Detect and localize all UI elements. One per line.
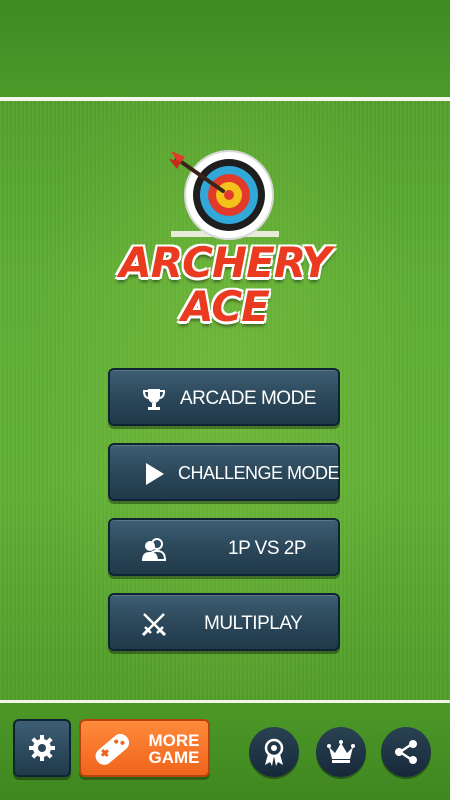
versus-label: 1P VS 2P — [228, 538, 307, 559]
leaderboard-button[interactable] — [316, 727, 366, 777]
more-games-label: MORE GAME — [141, 732, 207, 766]
settings-button[interactable] — [13, 719, 71, 777]
game-title-line2: ACE — [181, 282, 270, 331]
archery-target-icon — [169, 150, 279, 240]
trophy-icon — [142, 389, 166, 410]
multiplay-button[interactable]: MULTIPLAY — [108, 593, 340, 651]
share-button[interactable] — [381, 727, 431, 777]
multiplay-label: MULTIPLAY — [204, 613, 303, 634]
two-players-icon — [142, 538, 167, 561]
arcade-mode-button[interactable]: ARCADE MODE — [108, 368, 340, 426]
challenge-mode-label: CHALLENGE MODE — [178, 463, 340, 483]
medal-icon — [264, 738, 284, 766]
share-icon — [395, 740, 417, 764]
versus-button[interactable]: 1P VS 2P — [108, 518, 340, 576]
gamepad-icon — [95, 733, 130, 765]
more-games-button[interactable]: MORE GAME — [79, 719, 210, 777]
more-games-line2: GAME — [148, 748, 200, 767]
challenge-mode-button[interactable]: CHALLENGE MODE — [108, 443, 340, 501]
game-logo: ARCHERY ACE — [95, 140, 355, 340]
crossed-swords-icon — [141, 613, 167, 637]
gear-icon — [29, 735, 55, 761]
game-title-line1: ARCHERY — [119, 238, 331, 287]
achievements-button[interactable] — [249, 727, 299, 777]
crown-icon — [327, 740, 355, 763]
top-field-line — [0, 97, 450, 101]
more-games-line1: MORE — [148, 731, 200, 750]
play-icon — [146, 463, 164, 485]
arcade-mode-label: ARCADE MODE — [180, 388, 316, 409]
top-grass-band — [0, 0, 450, 98]
